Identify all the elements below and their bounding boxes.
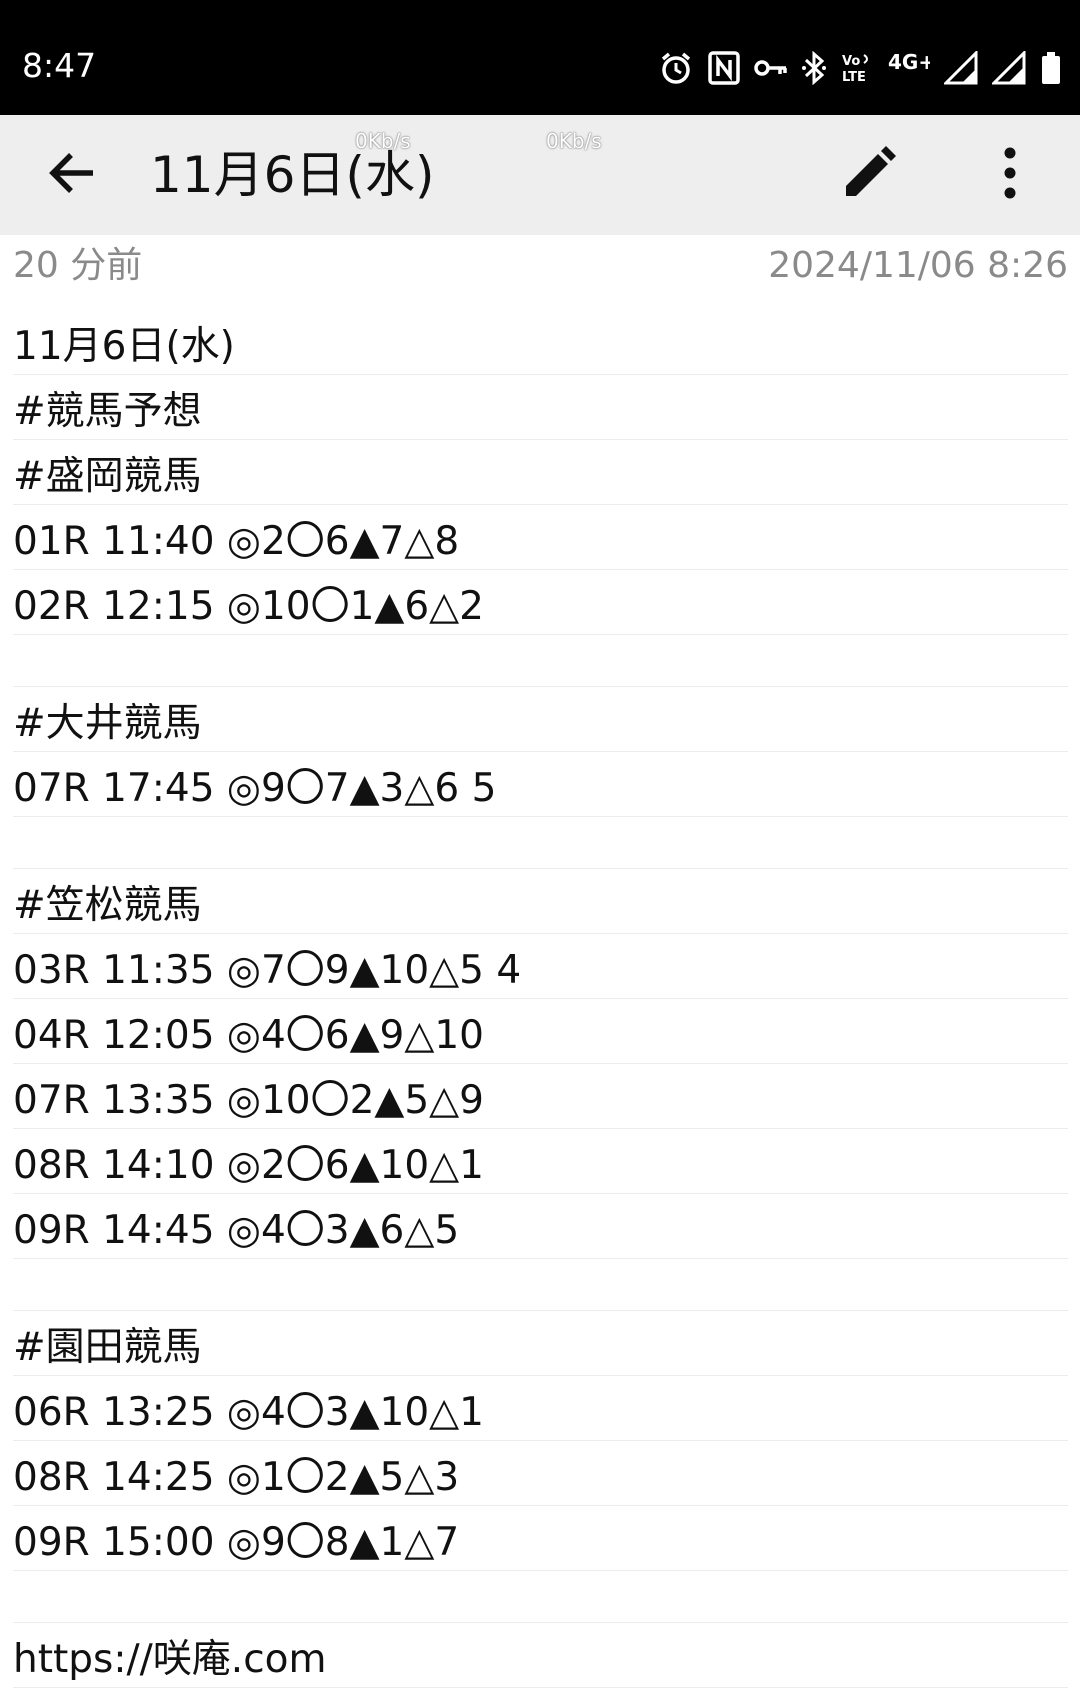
note-line: 09R 15:00 ◎9〇8▲1△7 bbox=[13, 1506, 1068, 1571]
note-line: 02R 12:15 ◎10〇1▲6△2 bbox=[13, 570, 1068, 635]
note-line: 08R 14:10 ◎2〇6▲10△1 bbox=[13, 1129, 1068, 1194]
note-line: 01R 11:40 ◎2〇6▲7△8 bbox=[13, 505, 1068, 570]
note-line bbox=[13, 1571, 1068, 1623]
vpn-key-icon bbox=[754, 57, 788, 79]
net-speed-indicator: 0Kb/s bbox=[355, 129, 411, 153]
net-speed-indicator: 0Kb/s bbox=[546, 129, 602, 153]
svg-text:LTE: LTE bbox=[842, 70, 866, 85]
battery-icon bbox=[1040, 51, 1062, 85]
status-time: 8:47 bbox=[22, 46, 97, 85]
signal-icon bbox=[992, 51, 1026, 85]
note-line: 07R 13:35 ◎10〇2▲5△9 bbox=[13, 1064, 1068, 1129]
app-bar: 11月6日(水) 0Kb/s 0Kb/s bbox=[0, 115, 1080, 235]
note-hashtag-line: #笠松競馬 bbox=[13, 869, 1068, 934]
bluetooth-icon bbox=[802, 51, 826, 85]
signal-icon bbox=[944, 51, 978, 85]
relative-time: 20 分前 bbox=[13, 245, 143, 286]
note-line: 03R 11:35 ◎7〇9▲10△5 4 bbox=[13, 934, 1068, 999]
note-line: 06R 13:25 ◎4〇3▲10△1 bbox=[13, 1376, 1068, 1441]
svg-text:4G+: 4G+ bbox=[888, 51, 930, 74]
note-hashtag-line: #大井競馬 bbox=[13, 687, 1068, 752]
note-timestamp: 2024/11/06 8:26 bbox=[768, 245, 1068, 286]
volte-icon: Vo LTE bbox=[840, 51, 874, 85]
note-line: 04R 12:05 ◎4〇6▲9△10 bbox=[13, 999, 1068, 1064]
note-line bbox=[13, 635, 1068, 687]
status-icons: Vo LTE 4G+ bbox=[658, 44, 1062, 92]
arrow-back-icon bbox=[45, 147, 97, 203]
4g-plus-icon: 4G+ bbox=[888, 51, 930, 85]
more-options-button[interactable] bbox=[975, 140, 1045, 210]
note-hashtag-line: #盛岡競馬 bbox=[13, 440, 1068, 505]
note-line bbox=[13, 817, 1068, 869]
svg-text:Vo: Vo bbox=[842, 54, 860, 69]
note-line: 09R 14:45 ◎4〇3▲6△5 bbox=[13, 1194, 1068, 1259]
note-line: 07R 17:45 ◎9〇7▲3△6 5 bbox=[13, 752, 1068, 817]
edit-button[interactable] bbox=[834, 140, 904, 210]
nfc-icon bbox=[708, 51, 740, 85]
alarm-icon bbox=[658, 50, 694, 86]
status-bar: 8:47 Vo LTE 4G+ bbox=[0, 0, 1080, 115]
note-line: 11月6日(水) bbox=[13, 310, 1068, 375]
more-vert-icon bbox=[1002, 147, 1018, 203]
note-body[interactable]: 11月6日(水) #競馬予想 #盛岡競馬 01R 11:40 ◎2〇6▲7△8 02R … bbox=[13, 310, 1068, 1688]
note-hashtag-line: #競馬予想 bbox=[13, 375, 1068, 440]
note-line bbox=[13, 1259, 1068, 1311]
note-line: 08R 14:25 ◎1〇2▲5△3 bbox=[13, 1441, 1068, 1506]
pencil-icon bbox=[840, 144, 898, 206]
back-button[interactable] bbox=[36, 140, 106, 210]
note-link-line: https://咲庵.com bbox=[13, 1623, 1068, 1688]
note-hashtag-line: #園田競馬 bbox=[13, 1311, 1068, 1376]
